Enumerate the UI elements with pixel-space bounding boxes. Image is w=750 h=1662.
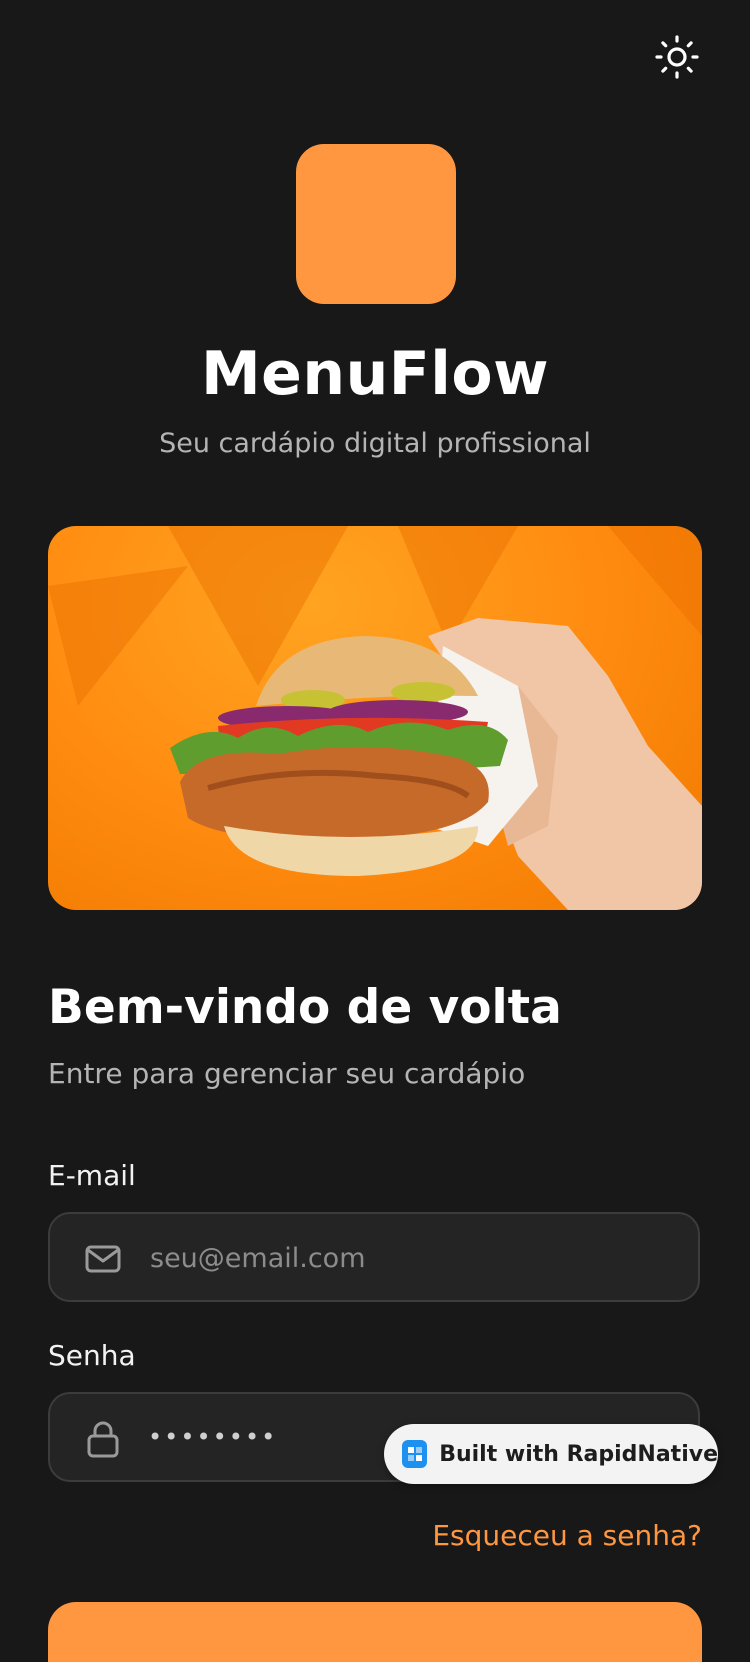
lock-icon	[87, 1421, 119, 1458]
email-label: E-mail	[48, 1159, 136, 1192]
login-button[interactable]	[48, 1602, 702, 1662]
hero-burger-image	[48, 526, 702, 910]
welcome-subheading: Entre para gerenciar seu cardápio	[48, 1057, 526, 1090]
built-with-label: Built with RapidNative	[439, 1441, 718, 1467]
password-label: Senha	[48, 1339, 136, 1372]
email-input[interactable]	[148, 1214, 672, 1302]
welcome-heading: Bem-vindo de volta	[48, 980, 562, 1035]
app-subtitle: Seu cardápio digital profissional	[159, 428, 591, 459]
theme-toggle-button[interactable]	[652, 32, 702, 82]
sun-icon	[655, 35, 699, 79]
email-field-container[interactable]	[48, 1212, 700, 1302]
app-logo	[296, 144, 456, 304]
built-with-badge[interactable]: Built with RapidNative	[384, 1424, 718, 1484]
app-title: MenuFlow	[200, 339, 550, 409]
rapidnative-icon	[402, 1440, 428, 1468]
forgot-password-link[interactable]: Esqueceu a senha?	[432, 1516, 702, 1556]
password-input[interactable]: ••••••••	[148, 1394, 277, 1480]
mail-icon	[85, 1245, 121, 1273]
